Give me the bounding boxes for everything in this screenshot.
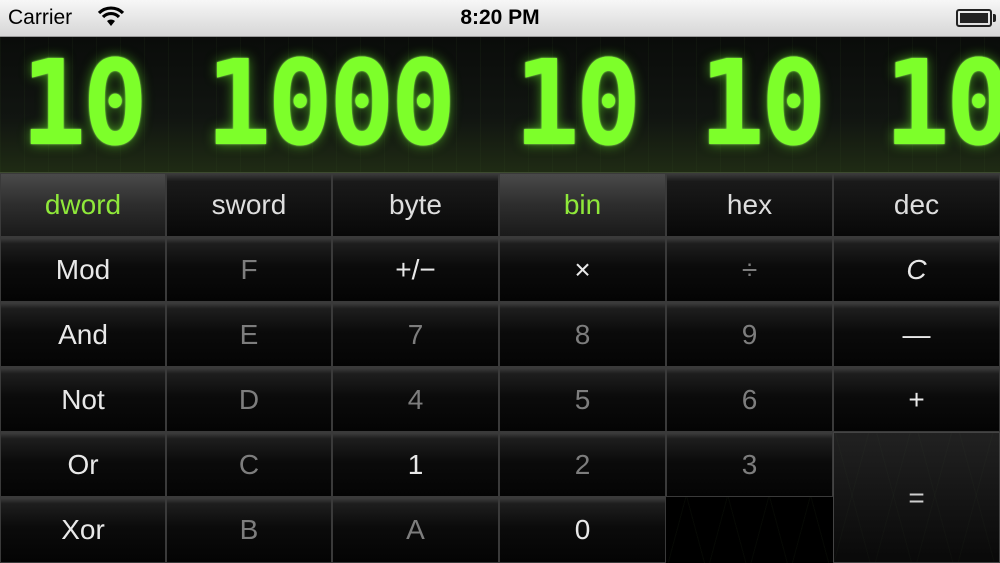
digit-8-button[interactable]: 8 [499,302,666,367]
hex-b-button[interactable]: B [166,497,332,563]
hex-a-button[interactable]: A [332,497,499,563]
mode-dword-button[interactable]: dword [0,173,166,237]
hex-c-button[interactable]: C [166,432,332,497]
digit-2-button[interactable]: 2 [499,432,666,497]
multiply-button[interactable]: × [499,237,666,302]
digit-4-button[interactable]: 4 [332,367,499,432]
base-hex-button[interactable]: hex [666,173,833,237]
clear-button[interactable]: C [833,237,1000,302]
xor-button[interactable]: Xor [0,497,166,563]
digit-9-button[interactable]: 9 [666,302,833,367]
status-bar: Carrier 8:20 PM [0,0,1000,37]
keypad: dword sword byte bin hex dec Mod F +/− ×… [0,173,1000,563]
calculator-display: 10 1000 10 10 10 [0,37,1000,173]
minus-button[interactable]: — [833,302,1000,367]
base-bin-button[interactable]: bin [499,173,666,237]
battery-icon [956,9,996,27]
plus-button[interactable]: + [833,367,1000,432]
display-value: 10 1000 10 10 10 [21,37,1000,172]
equals-button[interactable]: = [833,432,1000,563]
digit-6-button[interactable]: 6 [666,367,833,432]
mode-sword-button[interactable]: sword [166,173,332,237]
hex-d-button[interactable]: D [166,367,332,432]
divide-button[interactable]: ÷ [666,237,833,302]
and-button[interactable]: And [0,302,166,367]
or-button[interactable]: Or [0,432,166,497]
digit-0-button[interactable]: 0 [499,497,666,563]
hex-e-button[interactable]: E [166,302,332,367]
plus-minus-button[interactable]: +/− [332,237,499,302]
mod-button[interactable]: Mod [0,237,166,302]
digit-5-button[interactable]: 5 [499,367,666,432]
clock: 8:20 PM [460,6,540,29]
mode-byte-button[interactable]: byte [332,173,499,237]
hex-f-button[interactable]: F [166,237,332,302]
digit-3-button[interactable]: 3 [666,432,833,497]
not-button[interactable]: Not [0,367,166,432]
digit-1-button[interactable]: 1 [332,432,499,497]
base-dec-button[interactable]: dec [833,173,1000,237]
digit-7-button[interactable]: 7 [332,302,499,367]
